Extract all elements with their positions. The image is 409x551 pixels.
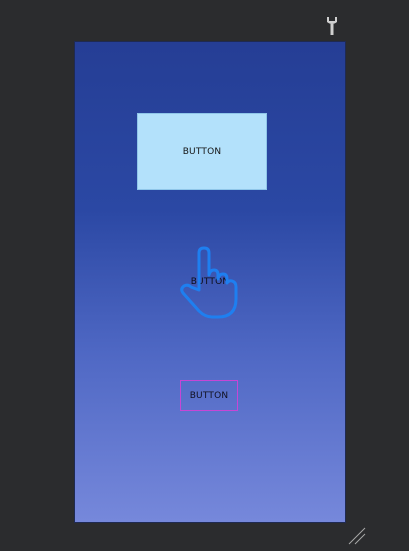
wrench-icon[interactable]	[324, 16, 340, 36]
filled-button[interactable]: BUTTON	[137, 113, 267, 190]
text-button[interactable]: BUTTON	[180, 268, 240, 296]
outlined-button[interactable]: BUTTON	[180, 380, 238, 411]
resize-handle-icon[interactable]	[347, 526, 367, 546]
device-screen: BUTTON BUTTON BUTTON	[75, 42, 345, 522]
